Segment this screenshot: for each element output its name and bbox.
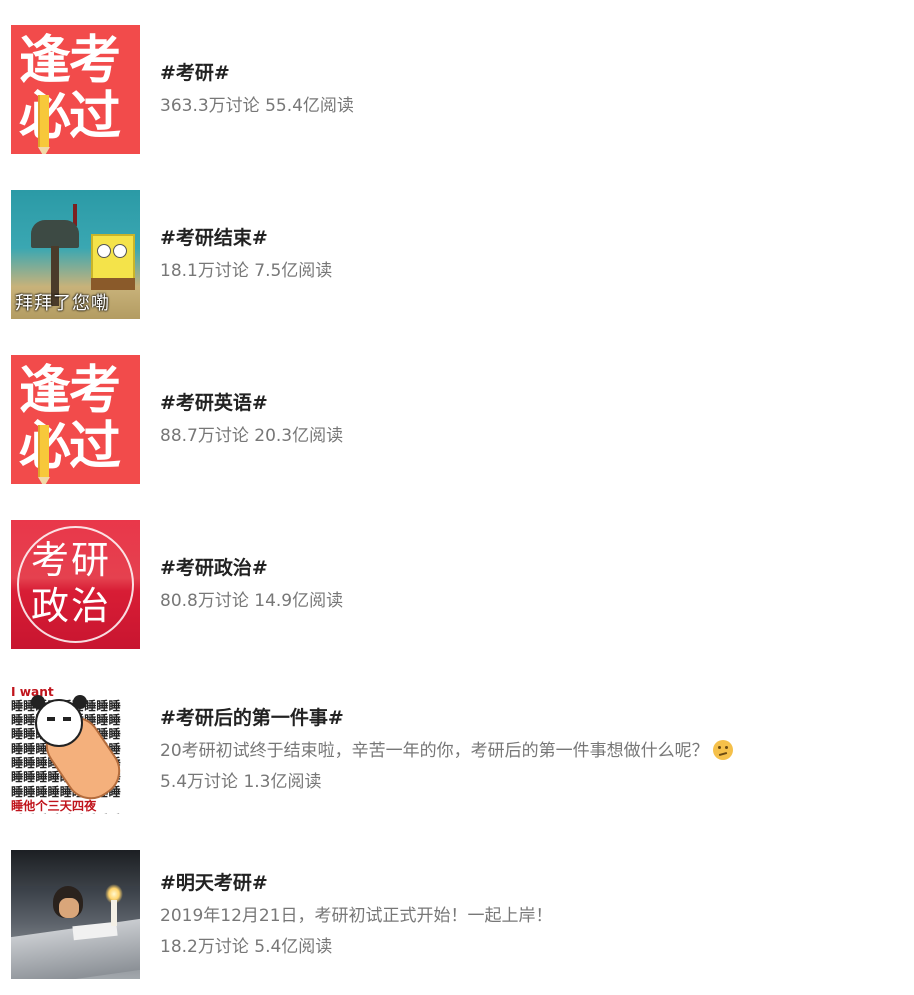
topic-stats: 18.1万讨论 7.5亿阅读 — [160, 261, 333, 281]
eye — [113, 243, 127, 258]
thumbnail-text: 政治 — [31, 583, 112, 628]
topic-stats: 18.2万讨论 5.4亿阅读 — [160, 936, 333, 957]
thumbnail-text: 逢考 — [19, 360, 121, 421]
candle — [111, 899, 117, 926]
thumbnail-text: 考研 — [31, 537, 112, 582]
panda-face — [31, 694, 83, 747]
topic-title[interactable]: #考研政治# — [160, 556, 343, 580]
topic-info: #考研# 363.3万讨论 55.4亿阅读 — [160, 61, 354, 117]
thumbnail-text: 必过 — [19, 416, 121, 477]
topic-item[interactable]: 逢考 必过 #考研# 363.3万讨论 55.4亿阅读 — [11, 24, 891, 154]
topic-stats: 88.7万讨论 20.3亿阅读 — [160, 426, 344, 446]
topic-stats: 80.8万讨论 14.9亿阅读 — [160, 591, 344, 611]
topic-thumbnail[interactable]: 逢考 必过 — [11, 354, 140, 484]
thumbnail-caption: 拜拜了您嘞 — [15, 292, 110, 314]
topic-info: #考研政治# 80.8万讨论 14.9亿阅读 — [160, 556, 343, 612]
topic-title[interactable]: #考研# — [160, 61, 354, 85]
spongebob-figure — [91, 233, 135, 284]
topic-info: #明天考研# 2019年12月21日，考研初试正式开始！一起上岸！ 18.2万讨… — [160, 871, 553, 958]
pencil-icon — [38, 424, 50, 484]
topic-info: #考研结束# 18.1万讨论 7.5亿阅读 — [160, 226, 332, 282]
topic-thumbnail[interactable] — [11, 849, 140, 979]
topic-info: #考研英语# 88.7万讨论 20.3亿阅读 — [160, 391, 343, 447]
thumbnail-text: 睡他个三天四夜 — [11, 798, 97, 813]
topic-title[interactable]: #考研结束# — [160, 226, 332, 250]
wall — [11, 849, 140, 886]
topic-thumbnail[interactable]: I want 睡睡睡睡睡睡睡睡睡 睡睡睡睡睡睡睡睡睡 睡睡睡睡睡睡睡睡睡 睡睡睡… — [11, 684, 140, 814]
topic-item[interactable]: I want 睡睡睡睡睡睡睡睡睡 睡睡睡睡睡睡睡睡睡 睡睡睡睡睡睡睡睡睡 睡睡睡… — [11, 684, 891, 814]
thumbnail-text: 必过 — [19, 86, 121, 147]
thumbnail-text: 逢考 — [19, 30, 121, 91]
topic-item[interactable]: 考研 政治 #考研政治# 80.8万讨论 14.9亿阅读 — [11, 519, 891, 649]
topic-title[interactable]: #明天考研# — [160, 871, 553, 895]
topic-title[interactable]: #考研后的第一件事# — [160, 706, 733, 730]
eye — [97, 243, 111, 258]
topic-thumbnail[interactable]: 逢考 必过 — [11, 24, 140, 154]
topic-thumbnail[interactable]: 拜拜了您嘞 — [11, 189, 140, 319]
topic-description: 2019年12月21日，考研初试正式开始！一起上岸！ — [160, 905, 553, 926]
mailbox — [31, 219, 79, 248]
topic-thumbnail[interactable]: 考研 政治 — [11, 519, 140, 649]
pencil-icon — [38, 94, 50, 154]
topic-stats: 5.4万讨论 1.3亿阅读 — [160, 771, 322, 792]
topic-item[interactable]: #明天考研# 2019年12月21日，考研初试正式开始！一起上岸！ 18.2万讨… — [11, 849, 891, 979]
topic-description-text: 20考研初试终于结束啦，辛苦一年的你，考研后的第一件事想做什么呢？ — [160, 740, 709, 761]
topic-info: #考研后的第一件事# 20考研初试终于结束啦，辛苦一年的你，考研后的第一件事想做… — [160, 706, 733, 793]
person-face — [59, 897, 79, 918]
topic-stats: 363.3万讨论 55.4亿阅读 — [160, 96, 354, 116]
thinking-face-icon — [712, 739, 733, 760]
topic-title[interactable]: #考研英语# — [160, 391, 343, 415]
topic-item[interactable]: 拜拜了您嘞 #考研结束# 18.1万讨论 7.5亿阅读 — [11, 189, 891, 319]
topic-description: 20考研初试终于结束啦，辛苦一年的你，考研后的第一件事想做什么呢？ — [160, 739, 733, 762]
topic-item[interactable]: 逢考 必过 #考研英语# 88.7万讨论 20.3亿阅读 — [11, 354, 891, 484]
